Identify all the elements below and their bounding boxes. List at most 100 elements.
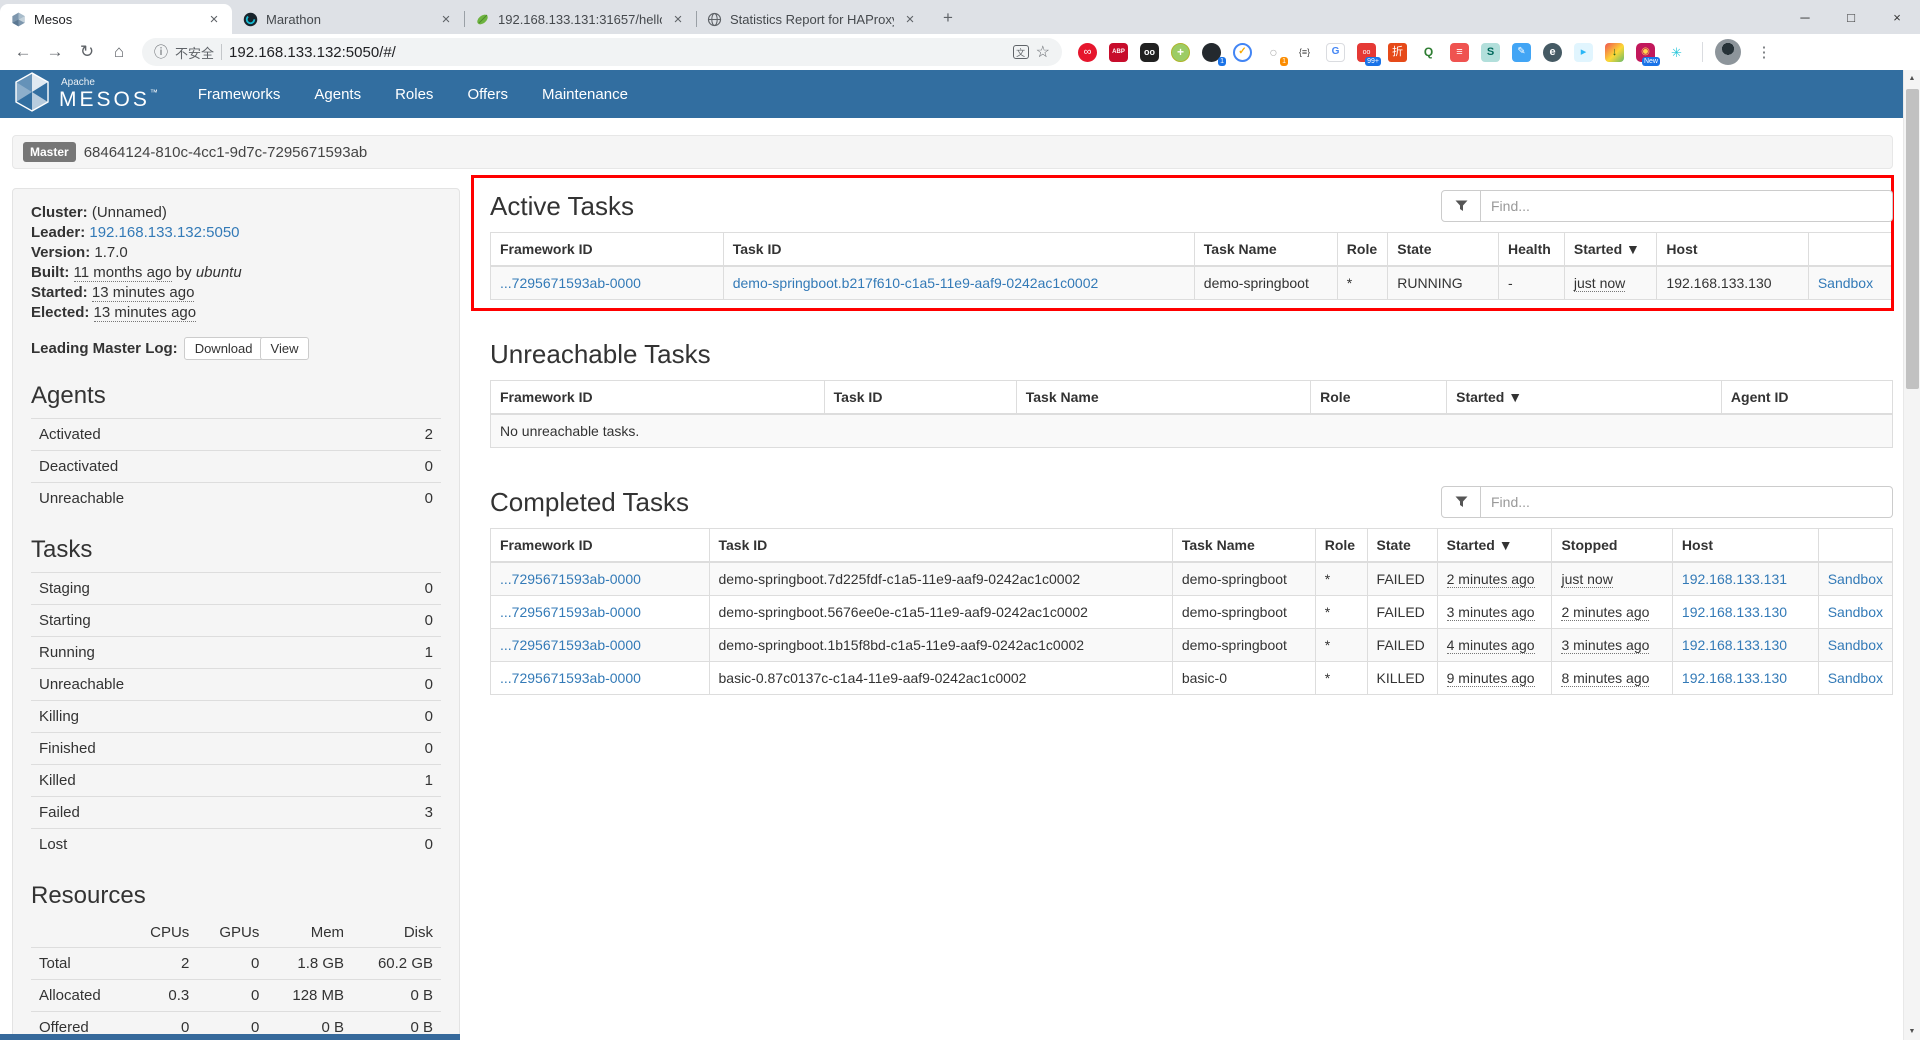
tab-close-icon[interactable]: × — [206, 11, 222, 28]
extension-icon[interactable]: S — [1481, 43, 1500, 62]
tab-close-icon[interactable]: × — [902, 11, 918, 28]
scrollbar-up-arrow-icon[interactable]: ▲ — [1904, 70, 1920, 87]
extension-icon[interactable]: ✓ — [1233, 43, 1252, 62]
tab-haproxy[interactable]: Statistics Report for HAProxy × — [696, 4, 928, 34]
host-link[interactable]: 192.168.133.130 — [1682, 637, 1787, 653]
tab-springboot[interactable]: 192.168.133.131:31657/hello w × — [464, 4, 696, 34]
column-header[interactable]: Role — [1337, 233, 1387, 267]
framework-id-link[interactable]: ...7295671593ab-0000 — [500, 275, 641, 291]
column-header[interactable]: Task Name — [1016, 381, 1310, 415]
host-link[interactable]: 192.168.133.130 — [1682, 670, 1787, 686]
tab-close-icon[interactable]: × — [670, 11, 686, 28]
profile-avatar[interactable] — [1715, 39, 1741, 65]
extension-icon[interactable]: {≡} — [1295, 43, 1314, 62]
column-header[interactable]: State — [1367, 529, 1437, 563]
column-header[interactable]: Role — [1315, 529, 1367, 563]
sandbox-link[interactable]: Sandbox — [1828, 637, 1883, 653]
navbar-menu-item[interactable]: Roles — [395, 86, 433, 103]
window-minimize-button[interactable]: ─ — [1782, 0, 1828, 34]
site-info-icon[interactable]: ⓘ — [154, 42, 168, 62]
forward-button[interactable]: → — [40, 37, 70, 67]
sandbox-link[interactable]: Sandbox — [1818, 275, 1873, 291]
log-download-button[interactable]: Download — [184, 337, 264, 360]
translate-icon[interactable]: 文 — [1013, 45, 1029, 59]
column-header[interactable]: Host — [1657, 233, 1808, 267]
column-header[interactable]: Health — [1499, 233, 1565, 267]
address-bar[interactable]: ⓘ 不安全 192.168.133.132:5050/#/ 文 ☆ — [142, 38, 1062, 66]
filter-icon[interactable] — [1441, 190, 1481, 222]
extension-icon[interactable]: ✎ — [1512, 43, 1531, 62]
extension-icon[interactable]: ABP — [1109, 43, 1128, 62]
column-header[interactable]: Task ID — [723, 233, 1194, 267]
window-close-button[interactable]: × — [1874, 0, 1920, 34]
column-header[interactable] — [1818, 529, 1892, 563]
bookmark-star-icon[interactable]: ☆ — [1036, 42, 1050, 62]
column-header[interactable]: Role — [1311, 381, 1447, 415]
column-header[interactable]: Framework ID — [491, 233, 724, 267]
new-tab-button[interactable]: + — [934, 4, 962, 32]
back-button[interactable]: ← — [8, 37, 38, 67]
extension-icon[interactable]: ≡ — [1450, 43, 1469, 62]
active-tasks-find-input[interactable] — [1481, 190, 1893, 222]
extension-icon[interactable]: oo 99+ — [1357, 43, 1376, 62]
framework-id-link[interactable]: ...7295671593ab-0000 — [500, 637, 641, 653]
url-text[interactable]: 192.168.133.132:5050/#/ — [229, 44, 1006, 61]
navbar-menu-item[interactable]: Agents — [314, 86, 361, 103]
framework-id-link[interactable]: ...7295671593ab-0000 — [500, 670, 641, 686]
column-header[interactable]: Started ▼ — [1564, 233, 1657, 267]
sandbox-link[interactable]: Sandbox — [1828, 571, 1883, 587]
column-header[interactable]: Task Name — [1194, 233, 1337, 267]
column-header[interactable]: Stopped — [1552, 529, 1672, 563]
tab-mesos[interactable]: Mesos × — [0, 4, 232, 34]
tab-close-icon[interactable]: × — [438, 11, 454, 28]
log-view-button[interactable]: View — [260, 337, 310, 360]
navbar-menu-item[interactable]: Offers — [467, 86, 508, 103]
extension-icon[interactable]: ✳ — [1667, 43, 1686, 62]
home-button[interactable]: ⌂ — [104, 37, 134, 67]
host-link[interactable]: 192.168.133.131 — [1682, 571, 1787, 587]
extension-icon[interactable]: G — [1326, 43, 1345, 62]
column-header[interactable]: Started ▼ — [1447, 381, 1722, 415]
extension-icon[interactable]: ○ 1 — [1264, 43, 1283, 62]
extension-icon[interactable]: ▸ — [1574, 43, 1593, 62]
framework-id-link[interactable]: ...7295671593ab-0000 — [500, 571, 641, 587]
sandbox-link[interactable]: Sandbox — [1828, 670, 1883, 686]
column-header[interactable]: Host — [1672, 529, 1818, 563]
reload-button[interactable]: ↻ — [72, 37, 102, 67]
column-header[interactable] — [1808, 233, 1892, 267]
extension-icon[interactable]: 折 — [1388, 43, 1407, 62]
window-maximize-button[interactable]: □ — [1828, 0, 1874, 34]
completed-tasks-find-input[interactable] — [1481, 486, 1893, 518]
scrollbar-down-arrow-icon[interactable]: ▼ — [1904, 1023, 1920, 1040]
extension-icon[interactable]: oo — [1140, 43, 1159, 62]
column-header[interactable]: Task Name — [1172, 529, 1315, 563]
mesos-brand[interactable]: ApacheMESOS™ — [14, 72, 158, 117]
column-header[interactable]: Framework ID — [491, 529, 710, 563]
scrollbar-thumb[interactable] — [1906, 89, 1919, 389]
tab-marathon[interactable]: Marathon × — [232, 4, 464, 34]
column-header[interactable]: Task ID — [709, 529, 1172, 563]
extension-icon[interactable]: + — [1171, 43, 1190, 62]
leader-link[interactable]: 192.168.133.132:5050 — [89, 224, 239, 241]
extension-icon[interactable]: ◉ New — [1636, 43, 1655, 62]
extension-icon[interactable]: 1 — [1202, 43, 1221, 62]
extension-icon[interactable]: e — [1543, 43, 1562, 62]
extension-icon[interactable]: ∞ — [1078, 43, 1097, 62]
framework-id-link[interactable]: ...7295671593ab-0000 — [500, 604, 641, 620]
task-id-link[interactable]: demo-springboot.b217f610-c1a5-11e9-aaf9-… — [733, 275, 1099, 291]
navbar-menu-item[interactable]: Maintenance — [542, 86, 628, 103]
navbar-menu-item[interactable]: Frameworks — [198, 86, 281, 103]
sandbox-link[interactable]: Sandbox — [1828, 604, 1883, 620]
filter-icon[interactable] — [1441, 486, 1481, 518]
extension-icon[interactable]: Q — [1419, 43, 1438, 62]
extension-icon[interactable]: ↓ — [1605, 43, 1624, 62]
column-header[interactable]: Agent ID — [1721, 381, 1892, 415]
host-link[interactable]: 192.168.133.130 — [1682, 604, 1787, 620]
column-header[interactable]: Started ▼ — [1437, 529, 1552, 563]
column-header[interactable]: Task ID — [824, 381, 1016, 415]
chrome-menu-icon[interactable]: ⋮ — [1751, 39, 1777, 65]
column-header[interactable]: State — [1388, 233, 1499, 267]
column-header[interactable]: Framework ID — [491, 381, 825, 415]
page-scrollbar[interactable]: ▲ ▼ — [1903, 70, 1920, 1040]
completed-tasks-title: Completed Tasks — [490, 487, 689, 517]
